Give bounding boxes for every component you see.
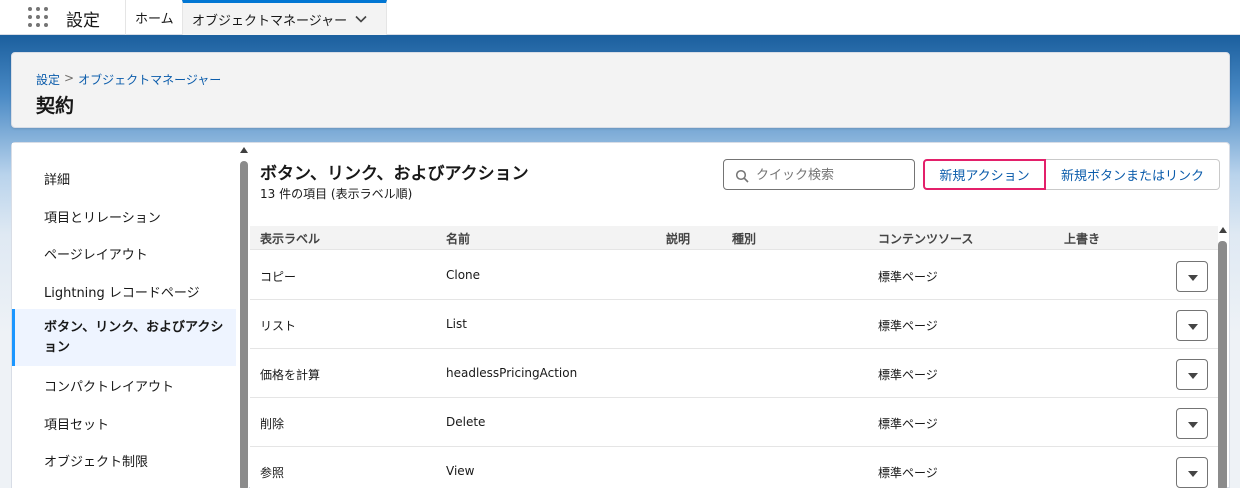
app-name: 設定	[66, 11, 100, 31]
sidebar-item-field-sets[interactable]: 項目セット	[12, 410, 236, 436]
column-header-override[interactable]: 上書き	[1064, 230, 1100, 247]
new-action-button[interactable]: 新規アクション	[923, 159, 1046, 190]
scroll-up-arrow-icon[interactable]	[240, 147, 248, 153]
tab-object-manager-label: オブジェクトマネージャー	[192, 13, 348, 29]
table-header: 表示ラベル 名前 説明 種別 コンテンツソース 上書き	[250, 226, 1218, 250]
caret-down-icon	[1188, 373, 1198, 379]
sidebar-item-buttons-links-actions[interactable]: ボタン、リンク、およびアクション	[12, 309, 236, 366]
column-header-type[interactable]: 種別	[732, 230, 756, 247]
cell-content-source: 標準ページ	[878, 368, 938, 382]
object-header: 設定 > オブジェクトマネージャー 契約	[11, 52, 1230, 128]
row-action-menu[interactable]	[1176, 408, 1208, 439]
row-action-menu[interactable]	[1176, 457, 1208, 488]
table-row: リスト List 標準ページ	[250, 300, 1218, 349]
page-title: 契約	[36, 95, 75, 117]
column-header-name[interactable]: 名前	[446, 230, 470, 247]
cell-content-source: 標準ページ	[878, 466, 938, 480]
new-button-or-link-button[interactable]: 新規ボタンまたはリンク	[1046, 159, 1220, 190]
cell-content-source: 標準ページ	[878, 417, 938, 431]
row-action-menu[interactable]	[1176, 359, 1208, 390]
breadcrumb-separator: >	[64, 71, 75, 85]
sidebar-scroll-thumb[interactable]	[240, 161, 248, 488]
cell-name: Clone	[446, 268, 481, 282]
breadcrumb-setup-link[interactable]: 設定	[36, 71, 60, 88]
table-row: 参照 View 標準ページ	[250, 447, 1218, 488]
table-scroll-thumb[interactable]	[1218, 241, 1227, 488]
sidebar-item-lightning-pages[interactable]: Lightning レコードページ	[12, 278, 236, 304]
search-icon	[735, 169, 749, 183]
table-scrollbar[interactable]	[1218, 227, 1228, 488]
breadcrumb: 設定 > オブジェクトマネージャー	[36, 71, 221, 88]
column-header-description[interactable]: 説明	[666, 230, 690, 247]
cell-label: コピー	[260, 270, 297, 284]
column-header-content-source[interactable]: コンテンツソース	[878, 230, 973, 247]
tab-object-manager[interactable]: オブジェクトマネージャー	[182, 0, 387, 35]
sidebar-item-fields[interactable]: 項目とリレーション	[12, 203, 236, 229]
chevron-down-icon[interactable]	[354, 12, 368, 26]
table-row: 価格を計算 headlessPricingAction 標準ページ	[250, 349, 1218, 398]
quick-search[interactable]	[723, 159, 915, 190]
cell-label: リスト	[260, 319, 297, 333]
global-header: 設定 ホーム オブジェクトマネージャー	[0, 0, 1240, 35]
cell-label: 削除	[260, 417, 285, 431]
waffle-icon[interactable]	[28, 7, 48, 27]
cell-label: 価格を計算	[260, 368, 321, 382]
sidebar-scrollbar[interactable]	[240, 147, 249, 488]
quick-search-input[interactable]	[756, 165, 906, 185]
section-subtitle: 13 件の項目 (表示ラベル順)	[260, 187, 413, 201]
caret-down-icon	[1188, 422, 1198, 428]
sidebar-item-page-layouts[interactable]: ページレイアウト	[12, 240, 236, 266]
column-header-label[interactable]: 表示ラベル	[260, 230, 320, 247]
cell-content-source: 標準ページ	[878, 270, 938, 284]
caret-down-icon	[1188, 275, 1198, 281]
sidebar-item-details[interactable]: 詳細	[12, 165, 236, 191]
main-panel: 詳細 項目とリレーション ページレイアウト Lightning レコードページ …	[11, 142, 1230, 488]
cell-label: 参照	[260, 466, 285, 480]
content-area: ボタン、リンク、およびアクション 13 件の項目 (表示ラベル順) 新規アクショ…	[250, 143, 1231, 488]
tab-home[interactable]: ホーム	[126, 0, 183, 35]
table-row: コピー Clone 標準ページ	[250, 251, 1218, 300]
table-row: 削除 Delete 標準ページ	[250, 398, 1218, 447]
breadcrumb-object-manager-link[interactable]: オブジェクトマネージャー	[78, 71, 221, 88]
sidebar-item-compact-layouts[interactable]: コンパクトレイアウト	[12, 372, 236, 398]
cell-name: List	[446, 317, 467, 331]
caret-down-icon	[1188, 471, 1198, 477]
row-action-menu[interactable]	[1176, 310, 1208, 341]
caret-down-icon	[1188, 324, 1198, 330]
sidebar-item-object-limits[interactable]: オブジェクト制限	[12, 447, 236, 473]
cell-name: View	[446, 464, 475, 478]
scroll-up-arrow-icon[interactable]	[1219, 227, 1227, 233]
sidebar: 詳細 項目とリレーション ページレイアウト Lightning レコードページ …	[12, 143, 249, 488]
cell-content-source: 標準ページ	[878, 319, 938, 333]
row-action-menu[interactable]	[1176, 261, 1208, 292]
section-title: ボタン、リンク、およびアクション	[260, 164, 529, 184]
cell-name: Delete	[446, 415, 486, 429]
cell-name: headlessPricingAction	[446, 366, 578, 380]
